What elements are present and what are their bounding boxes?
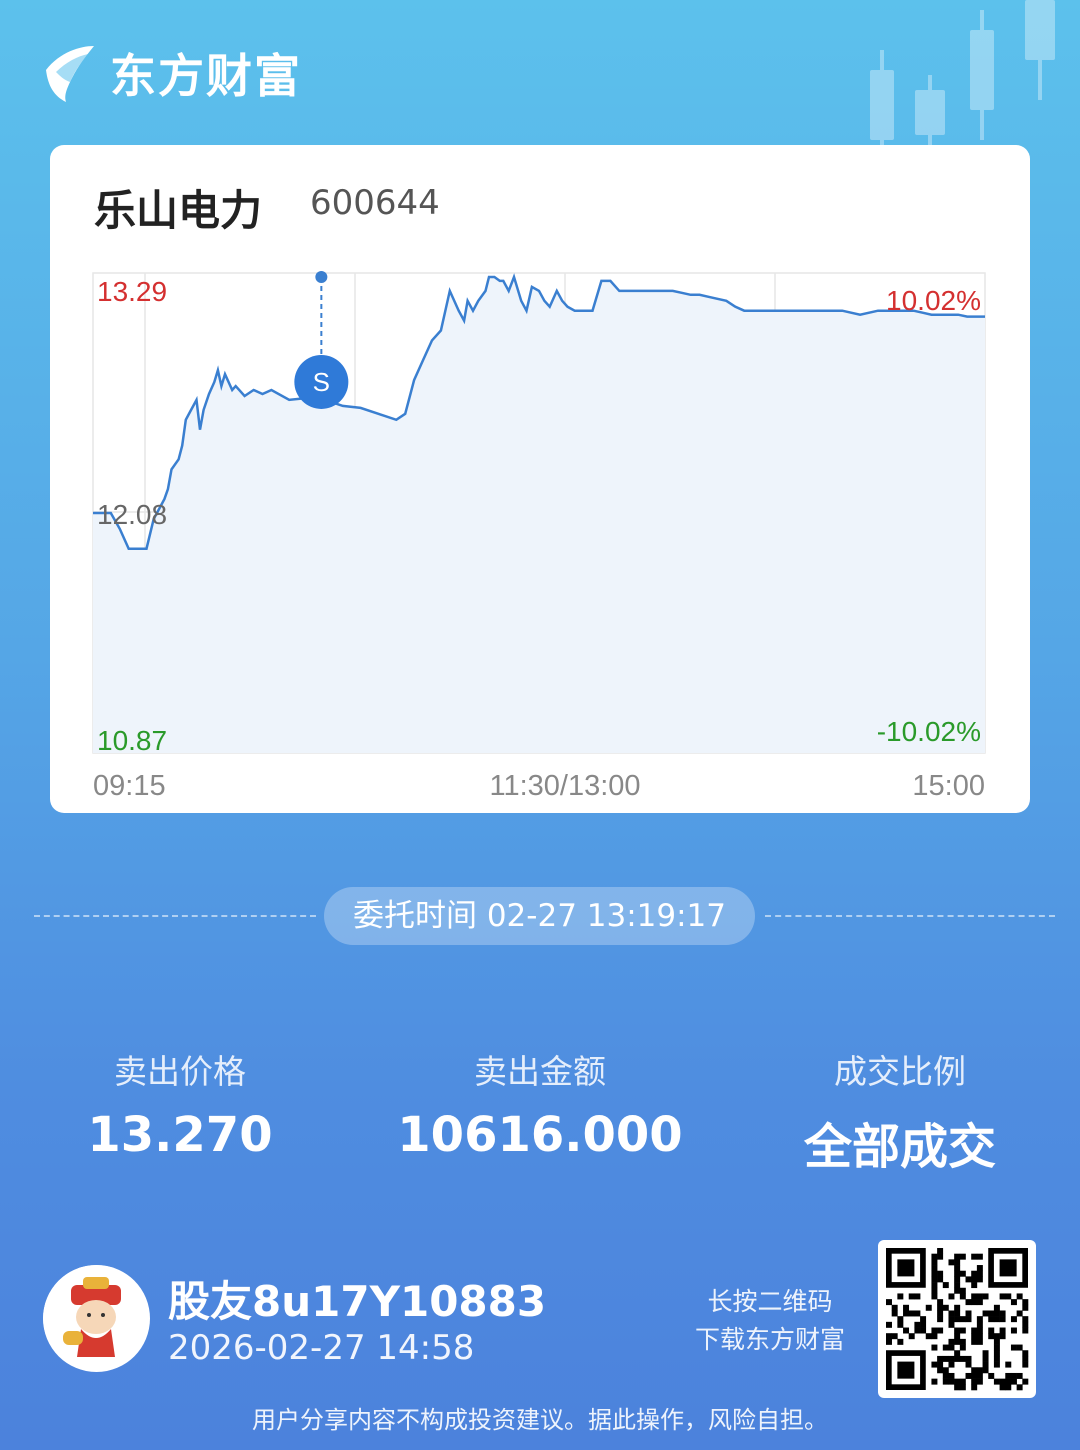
x-tick-start: 09:15 [93,770,166,802]
eastmoney-logo-icon [46,46,94,102]
divider-left [34,915,316,917]
price-area [93,277,985,753]
stat-sell-price: 卖出价格 13.270 [0,1045,360,1177]
pct-label-top: 10.02% [886,285,981,316]
sell-point-dot [315,270,328,283]
qr-hint-line2: 下载东方财富 [694,1325,845,1354]
disclaimer: 用户分享内容不构成投资建议。据此操作，风险自担。 [252,1406,828,1434]
stat-label: 卖出金额 [474,1052,606,1091]
x-tick-end: 15:00 [912,770,985,802]
qr-hint-line1: 长按二维码 [707,1287,833,1316]
y-label-bottom: 10.87 [97,725,167,756]
qr-hint: 长按二维码 下载东方财富 [690,1283,850,1359]
username: 股友8u17Y10883 [168,1277,547,1326]
share-timestamp: 2026-02-27 14:58 [168,1328,475,1368]
sell-marker-label: S [313,367,330,397]
divider-right [765,915,1055,917]
stat-label: 卖出价格 [114,1052,246,1091]
stat-value: 13.270 [87,1107,273,1163]
entrust-time-pill: 委托时间 02-27 13:19:17 [324,887,755,945]
stat-value: 全部成交 [803,1119,996,1175]
brand-header: 东方财富 [42,40,302,106]
stat-label: 成交比例 [834,1052,966,1091]
stat-fill-ratio: 成交比例 全部成交 [720,1045,1080,1177]
stat-sell-amount: 卖出金额 10616.000 [360,1045,720,1177]
y-label-mid: 12.08 [97,499,167,530]
x-tick-mid: 11:30/13:00 [489,770,640,802]
caishen-avatar-icon[interactable] [43,1265,150,1372]
decorative-candlesticks [870,0,1055,150]
stat-value: 10616.000 [397,1107,683,1163]
pct-label-bottom: -10.02% [877,716,981,747]
brand-name: 东方财富 [110,49,302,103]
stock-chart-card: 乐山电力 600644 S 13.29 12.08 10.87 10.02% -… [50,145,1030,813]
trade-stats: 卖出价格 13.270 卖出金额 10616.000 成交比例 全部成交 [0,1045,1080,1177]
y-label-top: 13.29 [97,276,167,307]
intraday-price-chart: S 13.29 12.08 10.87 10.02% -10.02% 09:15… [92,270,986,802]
qr-code-icon[interactable] [878,1240,1036,1398]
